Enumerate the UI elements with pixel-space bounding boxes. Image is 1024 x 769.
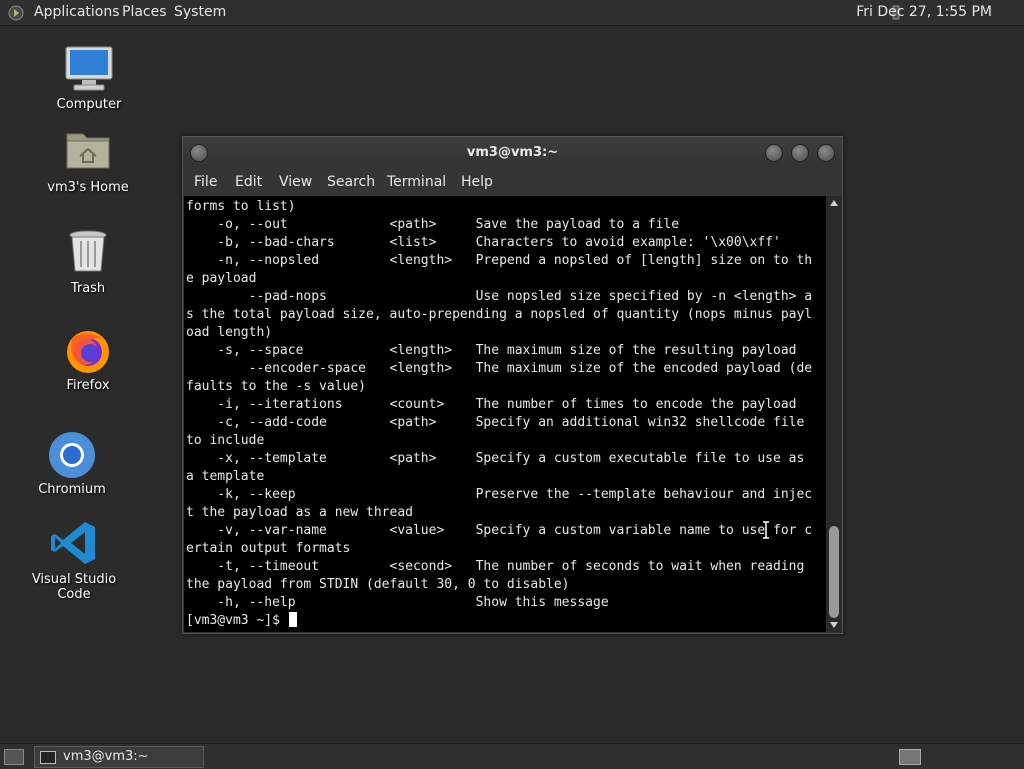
terminal-output[interactable]: forms to list) -o, --out <path> Save the…: [184, 196, 826, 632]
taskbar-window-label: vm3@vm3:~: [63, 749, 149, 764]
window-title: vm3@vm3:~: [466, 145, 559, 160]
desktop-icon-home[interactable]: vm3's Home: [28, 128, 148, 195]
terminal-line: a template: [186, 469, 265, 484]
clock[interactable]: Fri Dec 27, 1:55 PM: [856, 4, 992, 20]
desktop-icon-firefox[interactable]: Firefox: [28, 326, 148, 393]
menu-file[interactable]: File: [194, 174, 217, 190]
text-cursor: [288, 612, 297, 627]
terminal-line: -b, --bad-chars <list> Characters to avo…: [186, 235, 781, 250]
desktop-icon-label: Trash: [70, 281, 106, 296]
window-titlebar[interactable]: vm3@vm3:~: [183, 137, 842, 168]
vscode-icon: [49, 520, 99, 568]
terminal-line: -n, --nopsled <length> Prepend a nopsled…: [186, 253, 813, 268]
computer-icon: [64, 45, 114, 93]
close-button[interactable]: [817, 144, 835, 162]
desktop-icon-computer[interactable]: Computer: [29, 45, 149, 112]
menu-search[interactable]: Search: [327, 174, 375, 190]
menu-edit[interactable]: Edit: [235, 174, 262, 190]
terminal-icon: [40, 751, 56, 764]
window-menu-button[interactable]: [190, 144, 208, 162]
terminal-line: oad length): [186, 325, 273, 340]
terminal-line: -v, --var-name <value> Specify a custom …: [186, 523, 813, 538]
terminal-line: -k, --keep Preserve the --template behav…: [186, 487, 813, 502]
scroll-up-arrow-icon[interactable]: [830, 200, 838, 206]
menu-view[interactable]: View: [279, 174, 312, 190]
prompt-line[interactable]: [vm3@vm3 ~]$: [186, 612, 826, 630]
terminal-line: --encoder-space <length> The maximum siz…: [186, 361, 813, 376]
applications-logo-icon[interactable]: [8, 5, 24, 21]
desktop-icon-label: vm3's Home: [47, 180, 129, 195]
menu-applications[interactable]: Applications: [34, 4, 120, 20]
terminal-line: faults to the -s value): [186, 379, 367, 394]
menu-help[interactable]: Help: [461, 174, 493, 190]
desktop-icon-chromium[interactable]: Chromium: [12, 430, 132, 497]
terminal-line: --pad-nops Use nopsled size specified by…: [186, 289, 813, 304]
show-desktop-icon[interactable]: [4, 749, 24, 765]
top-panel: Applications Places System Fri Dec 27, 1…: [0, 0, 1024, 26]
workspace-switcher-icon[interactable]: [899, 749, 921, 765]
shell-prompt: [vm3@vm3 ~]$: [186, 613, 288, 628]
desktop-icon-label: Chromium: [38, 482, 106, 497]
terminal-line: forms to list): [186, 199, 296, 214]
scroll-down-arrow-icon[interactable]: [830, 622, 838, 628]
maximize-button[interactable]: [791, 144, 809, 162]
terminal-line: the payload from STDIN (default 30, 0 to…: [186, 577, 570, 592]
taskbar-window-button[interactable]: vm3@vm3:~: [34, 746, 204, 768]
terminal-line: ertain output formats: [186, 541, 351, 556]
terminal-line: -t, --timeout <second> The number of sec…: [186, 559, 805, 574]
terminal-menubar: File Edit View Search Terminal Help: [183, 168, 842, 196]
terminal-window[interactable]: vm3@vm3:~ File Edit View Search Terminal…: [182, 136, 843, 634]
home-folder-icon: [63, 128, 113, 176]
trash-icon: [63, 229, 113, 277]
terminal-line: t the payload as a new thread: [186, 505, 413, 520]
ibeam-cursor-icon: [763, 521, 769, 539]
minimize-button[interactable]: [765, 144, 783, 162]
desktop-icon-label: Firefox: [66, 378, 110, 393]
terminal-line: -s, --space <length> The maximum size of…: [186, 343, 797, 358]
terminal-line: -h, --help Show this message: [186, 595, 609, 610]
firefox-icon: [63, 326, 113, 374]
terminal-line: s the total payload size, auto-prependin…: [186, 307, 813, 322]
terminal-line: -c, --add-code <path> Specify an additio…: [186, 415, 805, 430]
chromium-icon: [47, 430, 97, 478]
terminal-line: -i, --iterations <count> The number of t…: [186, 397, 797, 412]
bottom-panel: vm3@vm3:~: [0, 743, 1024, 769]
desktop-icon-vscode[interactable]: Visual Studio Code: [14, 520, 134, 602]
terminal-line: to include: [186, 433, 265, 448]
scrollbar-thumb[interactable]: [829, 526, 839, 618]
menu-places[interactable]: Places: [122, 4, 167, 20]
desktop-icon-trash[interactable]: Trash: [28, 229, 148, 296]
terminal-scrollbar[interactable]: [827, 196, 841, 632]
terminal-text: forms to list) -o, --out <path> Save the…: [184, 196, 826, 630]
terminal-line: -x, --template <path> Specify a custom e…: [186, 451, 805, 466]
menu-terminal[interactable]: Terminal: [387, 174, 446, 190]
desktop-icon-label: Visual Studio Code: [31, 572, 117, 602]
terminal-line: e payload: [186, 271, 257, 286]
menu-system[interactable]: System: [174, 4, 226, 20]
desktop-icon-label: Computer: [56, 97, 122, 112]
terminal-line: -o, --out <path> Save the payload to a f…: [186, 217, 680, 232]
